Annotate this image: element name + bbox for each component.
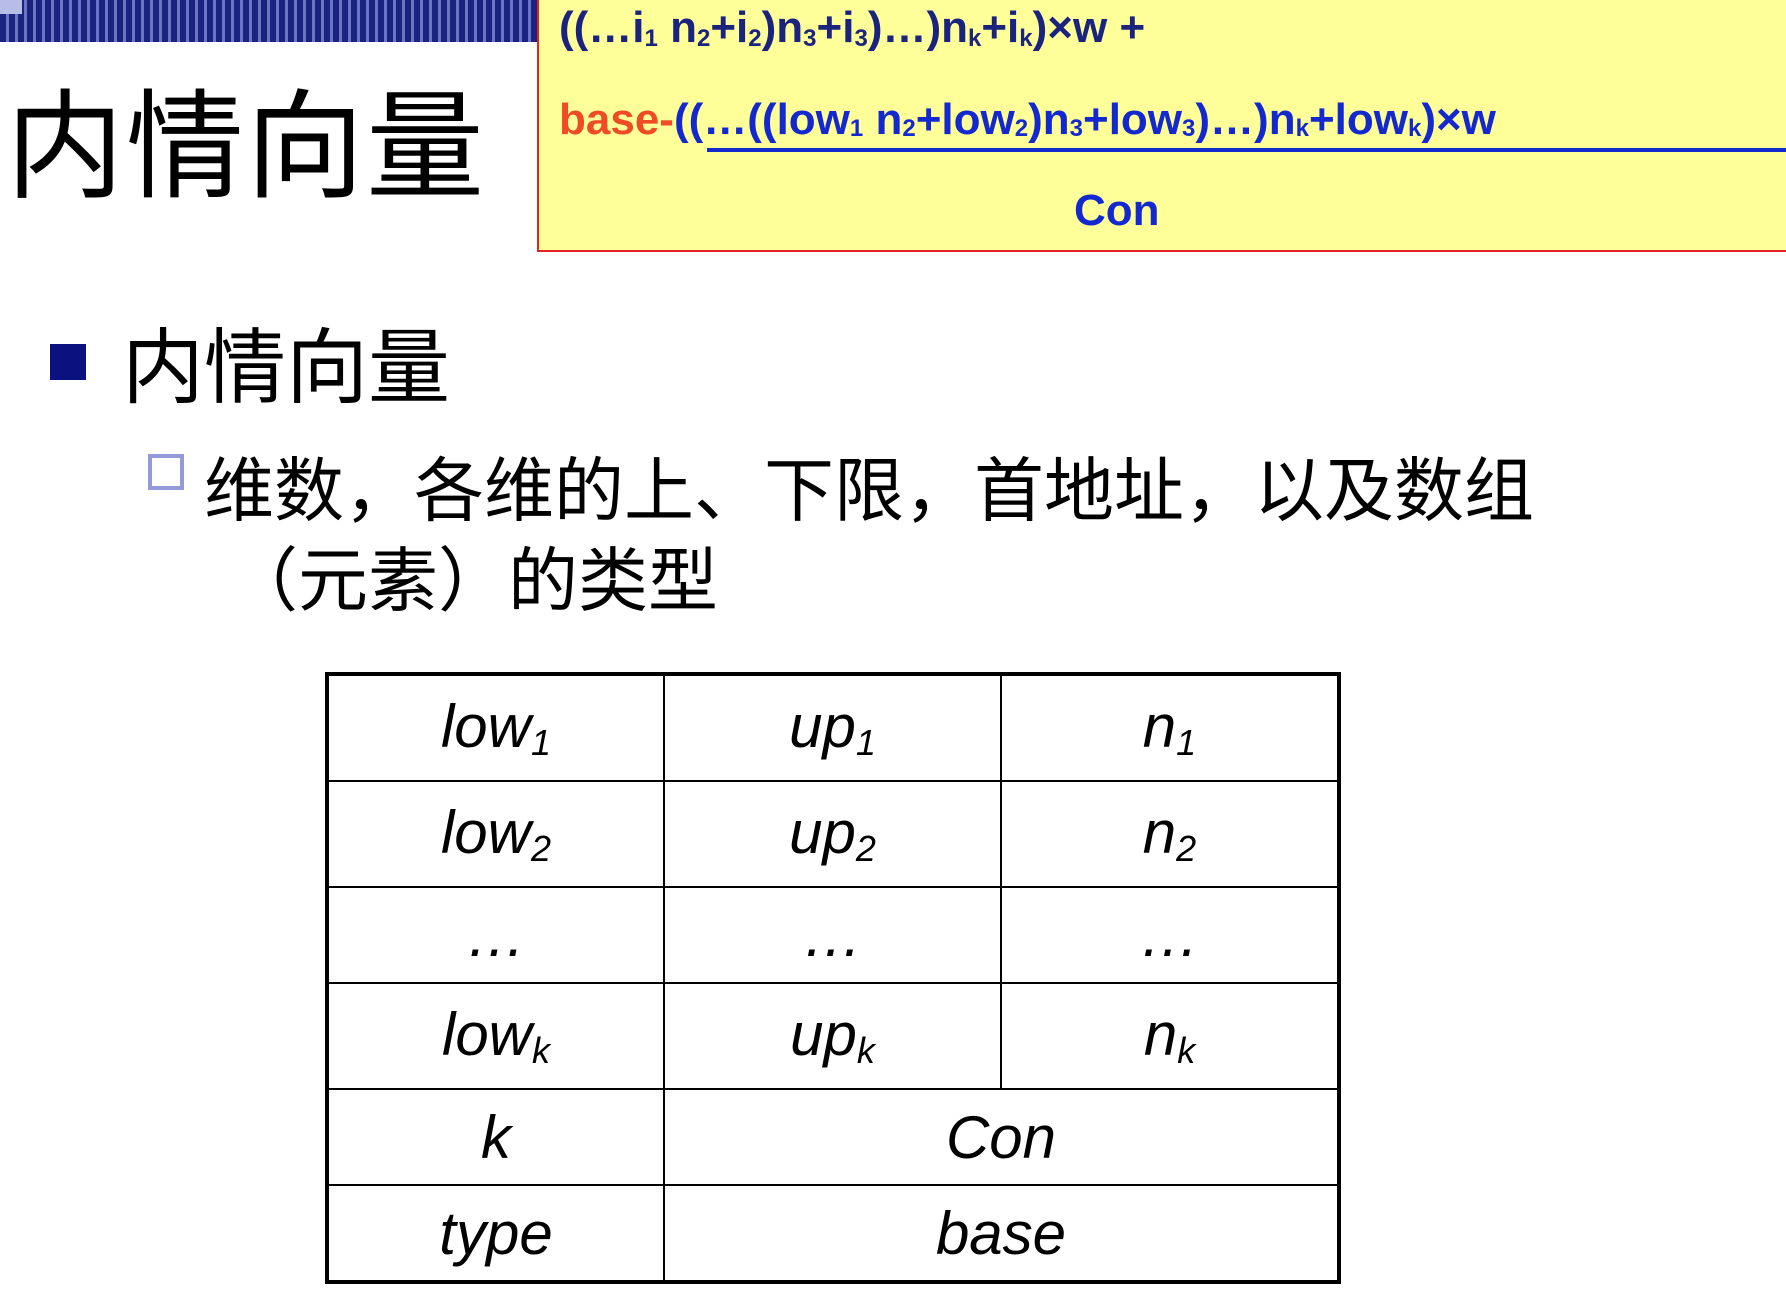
table-cell: … [663,886,1002,984]
table-cell-k: k [326,1088,665,1186]
title-decoration-strip [0,0,540,42]
table-row: k Con [326,1088,1340,1186]
slide-title: 内情向量 [6,78,487,216]
square-bullet-icon [50,344,86,380]
table-row: low2 up2 n2 [326,780,1340,888]
table-cell: up2 [663,780,1002,888]
table-cell: low1 [326,673,665,782]
table-cell: … [1000,886,1340,984]
table-cell: n1 [1000,673,1340,782]
table-cell: lowk [326,982,665,1090]
table-row: lowk upk nk [326,982,1340,1090]
formula-callout: ((…i1 n2+i2)n3+i3)…)nk+ik)×w + base-((…(… [537,0,1786,252]
table-cell: nk [1000,982,1340,1090]
table-cell: up1 [663,673,1002,782]
bullet-2-text: 维数，各维的上、下限，首地址，以及数组 （元素）的类型 [204,450,1534,622]
table-cell-type: type [326,1184,665,1283]
table-cell: low2 [326,780,665,888]
table-cell: … [326,886,665,984]
table-cell-base: base [663,1184,1340,1283]
table-cell-con: Con [663,1088,1340,1186]
formula-line-2: base-((…((low1 n2+low2)n3+low3)…)nk+lowk… [559,98,1496,142]
formula-denominator: Con [1074,186,1160,235]
dope-vector-table: low1 up1 n1 low2 up2 n2 … … … lowk upk n… [325,672,1341,1284]
fraction-bar [707,148,1786,152]
table-cell: n2 [1000,780,1340,888]
table-row: low1 up1 n1 [326,673,1340,782]
hollow-square-bullet-icon [148,454,184,490]
formula-line-1: ((…i1 n2+i2)n3+i3)…)nk+ik)×w + [559,3,1146,52]
formula-base-label: base- [559,95,674,144]
bullet-1-text: 内情向量 [122,321,451,416]
corner-decoration [0,0,22,14]
table-cell: upk [663,982,1002,1090]
table-row: … … … [326,886,1340,984]
table-row: type base [326,1184,1340,1283]
formula-numerator: ((…((low1 n2+low2)n3+low3)…)nk+lowk)×w [673,95,1496,144]
